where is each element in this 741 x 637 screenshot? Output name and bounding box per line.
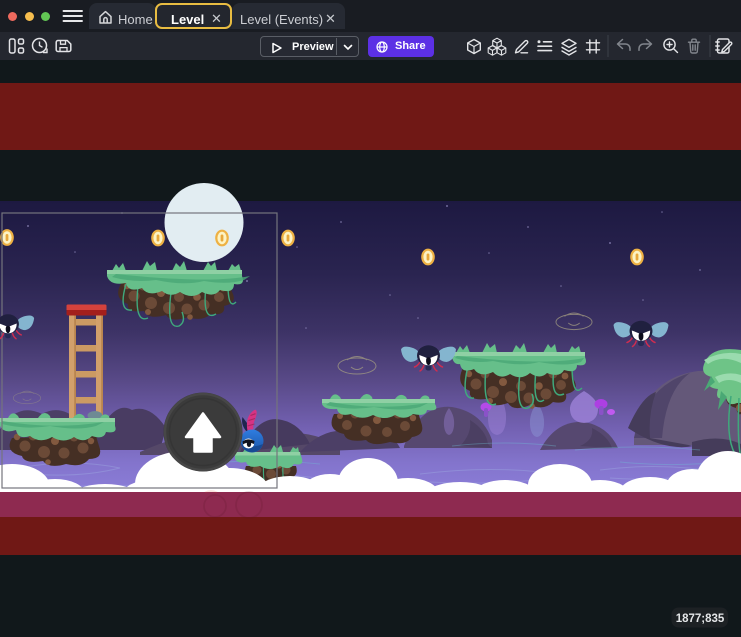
svg-text:1877;835: 1877;835 [676, 613, 725, 625]
